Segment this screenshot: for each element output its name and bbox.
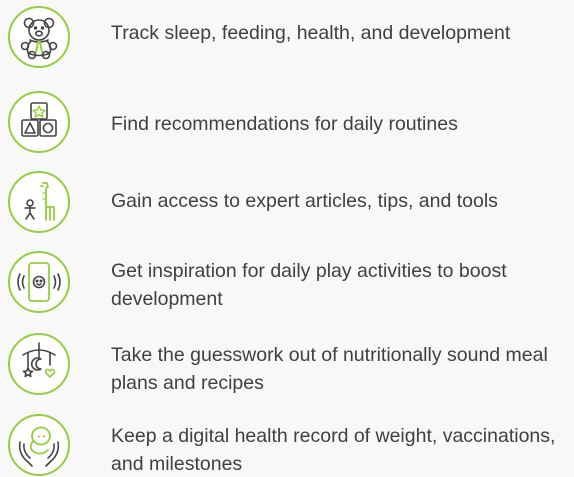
feature-list: Track sleep, feeding, health, and develo… — [0, 0, 574, 477]
baby-mobile-icon — [8, 333, 70, 395]
teddy-bear-icon — [8, 6, 70, 68]
feature-text: Gain access to expert articles, tips, an… — [111, 190, 498, 212]
phone-baby-vibrate-icon — [8, 251, 70, 313]
giraffe-growth-chart-icon — [8, 171, 70, 233]
baby-in-hands-icon — [8, 414, 70, 476]
feature-text: Track sleep, feeding, health, and develo… — [111, 22, 511, 44]
feature-text: Keep a digital health record of weight, … — [111, 425, 556, 475]
feature-text: Find recommendations for daily routines — [111, 113, 458, 135]
feature-text: Take the guesswork out of nutritionally … — [111, 344, 548, 394]
feature-text: Get inspiration for daily play activitie… — [111, 260, 507, 310]
toy-blocks-icon — [8, 91, 70, 153]
